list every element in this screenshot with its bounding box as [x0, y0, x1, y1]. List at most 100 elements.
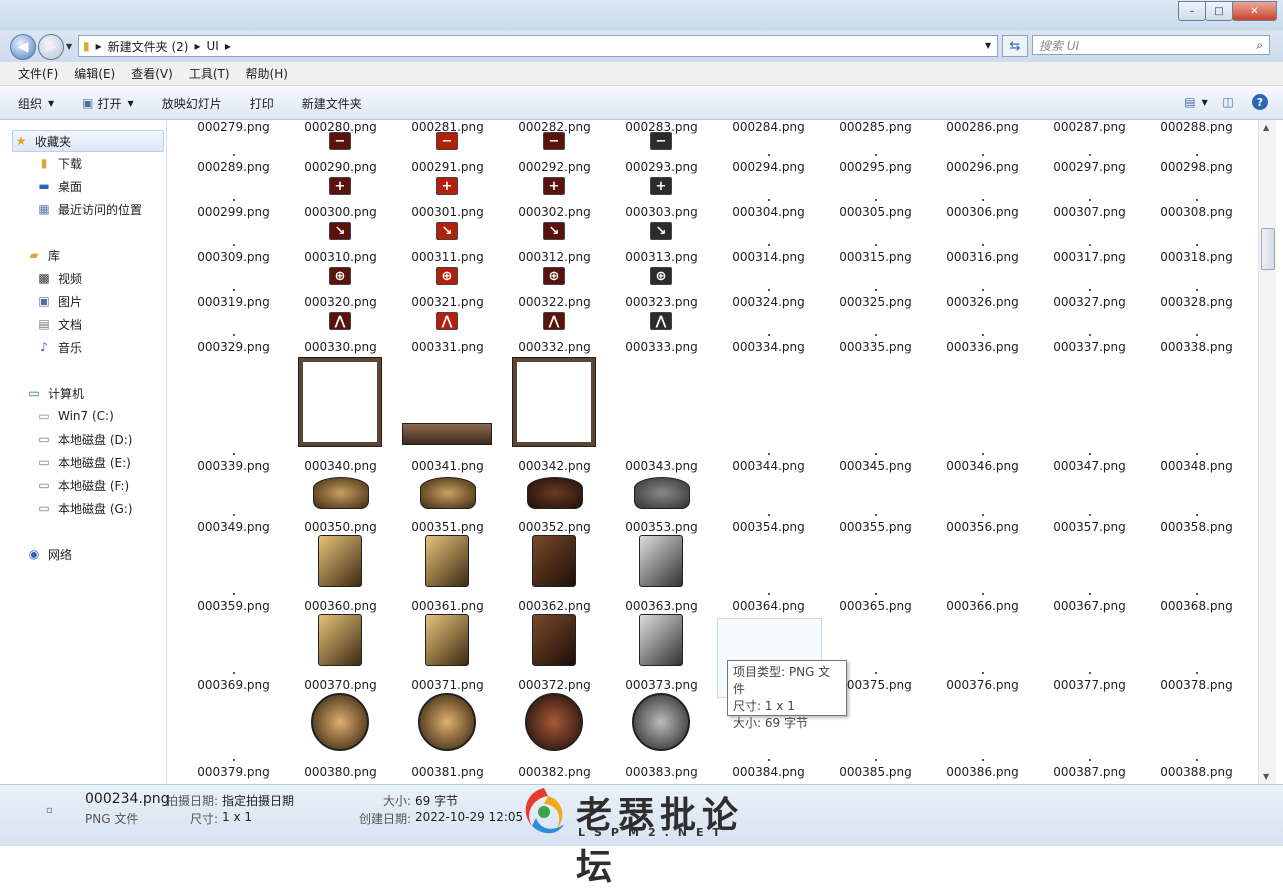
file-item-label[interactable]: 000388.png	[1143, 765, 1250, 779]
file-item-label[interactable]: 000345.png	[822, 459, 929, 473]
date-taken-value[interactable]: 指定拍摄日期	[222, 792, 294, 809]
file-item-label[interactable]: 000360.png	[287, 599, 394, 613]
back-button[interactable]: ◀	[10, 34, 36, 60]
file-item-label[interactable]: 000367.png	[1036, 599, 1143, 613]
file-item-label[interactable]: 000288.png	[1143, 120, 1250, 134]
open-button[interactable]: ▣ 打开 ▼	[82, 95, 134, 112]
file-item-label[interactable]: 000308.png	[1143, 205, 1250, 219]
thumbnail-button-icon[interactable]: ↘	[436, 222, 458, 240]
nav-drive-e[interactable]: ▭ 本地磁盘 (E:)	[36, 452, 130, 472]
nav-favorites[interactable]: ★ 收藏夹	[12, 130, 164, 152]
file-item-label[interactable]: 000327.png	[1036, 295, 1143, 309]
breadcrumb-separator[interactable]: ▸	[96, 39, 102, 53]
file-item-label[interactable]: 000319.png	[180, 295, 287, 309]
file-item-label[interactable]: 000379.png	[180, 765, 287, 779]
thumbnail-wedge-panel[interactable]	[318, 614, 362, 666]
thumbnail-button-icon[interactable]: ⋀	[650, 312, 672, 330]
file-item-label[interactable]: 000314.png	[715, 250, 822, 264]
file-item-label[interactable]: 000364.png	[715, 599, 822, 613]
thumbnail-button-icon[interactable]: ⋀	[543, 312, 565, 330]
file-item-label[interactable]: 000326.png	[929, 295, 1036, 309]
nav-network[interactable]: ◉ 网络	[26, 544, 72, 564]
file-item-label[interactable]: 000299.png	[180, 205, 287, 219]
minimize-button[interactable]: –	[1178, 1, 1206, 21]
file-item-label[interactable]: 000383.png	[608, 765, 715, 779]
nav-drive-c[interactable]: ▭ Win7 (C:)	[36, 406, 113, 426]
scrollbar-thumb[interactable]	[1261, 228, 1275, 270]
file-item-label[interactable]: 000296.png	[929, 160, 1036, 174]
thumbnail-button-icon[interactable]: ↘	[543, 222, 565, 240]
file-item-label[interactable]: 000341.png	[394, 459, 501, 473]
thumbnail-button-icon[interactable]: ↘	[650, 222, 672, 240]
file-item-label[interactable]: 000377.png	[1036, 678, 1143, 692]
file-item-label[interactable]: 000289.png	[180, 160, 287, 174]
file-item-label[interactable]: 000321.png	[394, 295, 501, 309]
thumbnail-fan-badge[interactable]	[420, 477, 476, 509]
file-item-label[interactable]: 000349.png	[180, 520, 287, 534]
file-item-label[interactable]: 000330.png	[287, 340, 394, 354]
scroll-down-icon[interactable]: ▼	[1263, 772, 1269, 781]
file-item-label[interactable]: 000316.png	[929, 250, 1036, 264]
file-item-label[interactable]: 000318.png	[1143, 250, 1250, 264]
file-item-label[interactable]: 000304.png	[715, 205, 822, 219]
breadcrumb-current[interactable]: UI	[207, 39, 219, 53]
breadcrumb-separator[interactable]: ▸	[225, 39, 231, 53]
file-item-label[interactable]: 000387.png	[1036, 765, 1143, 779]
file-item-label[interactable]: 000381.png	[394, 765, 501, 779]
file-item-label[interactable]: 000359.png	[180, 599, 287, 613]
file-item-label[interactable]: 000385.png	[822, 765, 929, 779]
file-item-label[interactable]: 000372.png	[501, 678, 608, 692]
file-item-label[interactable]: 000309.png	[180, 250, 287, 264]
address-bar[interactable]: ▮ ▸ 新建文件夹 (2) ▸ UI ▸	[78, 35, 998, 57]
file-item-label[interactable]: 000333.png	[608, 340, 715, 354]
view-options-button[interactable]: ▤ ▼	[1184, 94, 1208, 110]
thumbnail-portrait-disk[interactable]	[525, 693, 583, 751]
thumbnail-portrait-disk[interactable]	[311, 693, 369, 751]
file-item-label[interactable]: 000362.png	[501, 599, 608, 613]
file-item-label[interactable]: 000310.png	[287, 250, 394, 264]
refresh-button[interactable]: ⇆	[1002, 35, 1028, 57]
forward-button[interactable]: ▶	[38, 34, 64, 60]
thumbnail-fan-badge[interactable]	[527, 477, 583, 509]
thumbnail-bar-panel[interactable]	[402, 423, 492, 445]
breadcrumb-separator[interactable]: ▸	[194, 39, 200, 53]
file-item-label[interactable]: 000340.png	[287, 459, 394, 473]
file-item-label[interactable]: 000335.png	[822, 340, 929, 354]
new-folder-button[interactable]: 新建文件夹	[302, 95, 362, 112]
slideshow-button[interactable]: 放映幻灯片	[162, 95, 222, 112]
thumbnail-wedge-panel[interactable]	[532, 614, 576, 666]
file-item-label[interactable]: 000380.png	[287, 765, 394, 779]
nav-documents[interactable]: ▤ 文档	[36, 314, 82, 334]
file-item-label[interactable]: 000347.png	[1036, 459, 1143, 473]
file-item-label[interactable]: 000305.png	[822, 205, 929, 219]
file-item-label[interactable]: 000337.png	[1036, 340, 1143, 354]
file-item-label[interactable]: 000300.png	[287, 205, 394, 219]
thumbnail-button-icon[interactable]: −	[436, 132, 458, 150]
thumbnail-panel-frame[interactable]	[513, 358, 595, 446]
file-item-label[interactable]: 000312.png	[501, 250, 608, 264]
nav-pictures[interactable]: ▣ 图片	[36, 291, 82, 311]
file-item-label[interactable]: 000334.png	[715, 340, 822, 354]
file-item-label[interactable]: 000295.png	[822, 160, 929, 174]
file-item-label[interactable]: 000303.png	[608, 205, 715, 219]
file-item-label[interactable]: 000373.png	[608, 678, 715, 692]
file-item-label[interactable]: 000343.png	[608, 459, 715, 473]
file-item-label[interactable]: 000286.png	[929, 120, 1036, 134]
file-item-label[interactable]: 000297.png	[1036, 160, 1143, 174]
file-item-label[interactable]: 000332.png	[501, 340, 608, 354]
thumbnail-wedge-panel[interactable]	[639, 614, 683, 666]
file-item-label[interactable]: 000376.png	[929, 678, 1036, 692]
file-item-label[interactable]: 000311.png	[394, 250, 501, 264]
file-item-label[interactable]: 000313.png	[608, 250, 715, 264]
thumbnail-button-icon[interactable]: +	[650, 177, 672, 195]
close-button[interactable]: ✕	[1232, 1, 1277, 21]
menu-help[interactable]: 帮助(H)	[246, 65, 288, 82]
file-item-label[interactable]: 000358.png	[1143, 520, 1250, 534]
file-item-label[interactable]: 000307.png	[1036, 205, 1143, 219]
nav-videos[interactable]: ▩ 视频	[36, 268, 82, 288]
file-item-label[interactable]: 000354.png	[715, 520, 822, 534]
file-item-label[interactable]: 000324.png	[715, 295, 822, 309]
recent-pages-dropdown[interactable]: ▼	[66, 42, 72, 51]
file-item-label[interactable]: 000357.png	[1036, 520, 1143, 534]
file-item-label[interactable]: 000301.png	[394, 205, 501, 219]
